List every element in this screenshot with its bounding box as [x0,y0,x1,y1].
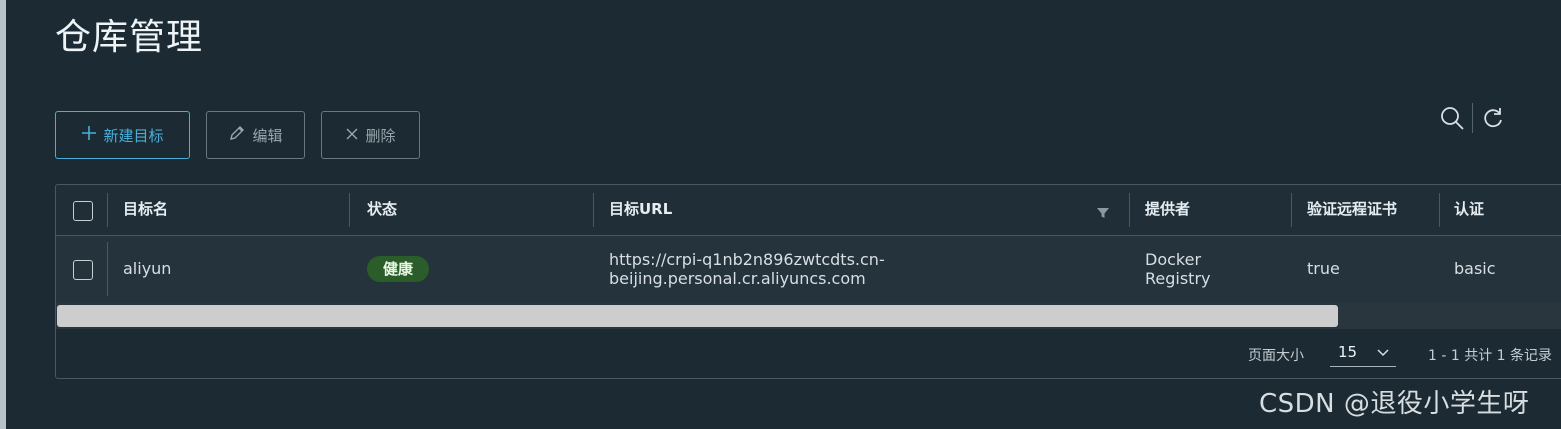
refresh-icon[interactable] [1479,104,1507,132]
column-header-url[interactable]: 目标URL [609,185,672,235]
delete-label: 删除 [365,127,396,145]
scrollbar-thumb[interactable] [57,305,1338,327]
cell-verify-cert: true [1307,259,1340,278]
pagination-summary: 1 - 1 共计 1 条记录 [1428,348,1553,364]
new-target-button[interactable]: 新建目标 [55,111,190,159]
page-size-label: 页面大小 [1248,348,1304,364]
search-icon[interactable] [1438,104,1466,132]
table-row[interactable]: aliyun 健康 https://crpi-q1nb2n896zwtcdts.… [56,236,1561,304]
cell-provider-line-1: Docker [1145,250,1202,269]
column-divider [1439,193,1440,227]
status-badge: 健康 [367,256,430,282]
column-header-verify-cert[interactable]: 验证远程证书 [1307,185,1397,235]
horizontal-scrollbar[interactable] [56,303,1561,329]
column-header-name[interactable]: 目标名 [123,185,168,235]
column-header-provider[interactable]: 提供者 [1145,185,1190,235]
new-target-label: 新建目标 [103,127,164,145]
cell-provider: Docker Registry [1145,250,1211,288]
column-divider [1129,193,1130,227]
page-title: 仓库管理 [55,17,204,58]
pencil-icon [228,124,246,146]
cell-auth: basic [1454,259,1496,278]
column-header-auth[interactable]: 认证 [1454,185,1484,235]
watermark: CSDN @退役小学生呀 [1259,389,1530,419]
cell-target-url: https://crpi-q1nb2n896zwtcdts.cn- beijin… [609,250,885,288]
column-header-status[interactable]: 状态 [367,185,397,235]
target-datagrid: 目标名 状态 目标URL 提供者 验证远程证书 认证 aliyun 健康 htt… [55,184,1561,379]
close-icon [345,125,359,145]
cell-provider-line-2: Registry [1145,269,1211,288]
tool-divider [1472,103,1473,133]
column-divider [107,193,108,227]
column-divider [593,193,594,227]
datagrid-footer: 页面大小 15 1 - 1 共计 1 条记录 [56,329,1561,378]
page-size-select[interactable]: 15 [1330,338,1396,367]
delete-button[interactable]: 删除 [321,111,420,159]
column-divider [349,193,350,227]
edit-button[interactable]: 编辑 [206,111,305,159]
select-all-checkbox[interactable] [73,201,93,221]
plus-icon [81,125,97,145]
cell-target-name: aliyun [123,259,172,278]
column-divider [1291,193,1292,227]
column-divider [107,242,108,296]
row-checkbox[interactable] [73,260,93,280]
left-rail [0,0,6,429]
cell-url-line-2: beijing.personal.cr.aliyuncs.com [609,269,866,288]
edit-label: 编辑 [252,127,283,145]
cell-url-line-1: https://crpi-q1nb2n896zwtcdts.cn- [609,250,885,269]
page-size-value: 15 [1338,343,1358,361]
chevron-down-icon [1376,340,1390,368]
filter-icon[interactable] [1096,205,1110,224]
table-header: 目标名 状态 目标URL 提供者 验证远程证书 认证 [56,185,1561,236]
grid-tools [1438,103,1507,133]
